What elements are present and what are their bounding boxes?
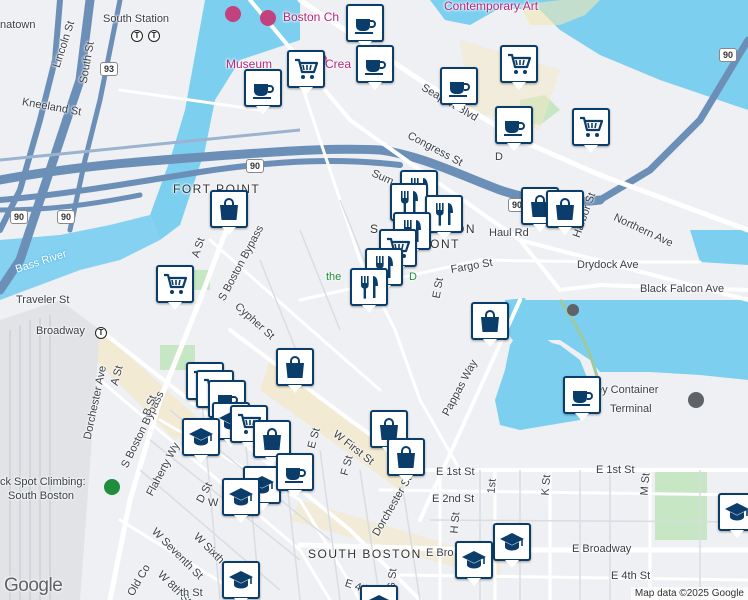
map-label-drydock-ave: Drydock Ave bbox=[577, 259, 639, 271]
broadway-station-icon[interactable]: T bbox=[95, 327, 107, 339]
cafe-icon bbox=[445, 72, 473, 100]
grocery-icon bbox=[292, 55, 320, 83]
map-label-south-station: South Station bbox=[103, 13, 170, 25]
school-icon bbox=[460, 546, 488, 574]
school-pin[interactable] bbox=[222, 561, 260, 600]
grocery-icon bbox=[161, 270, 189, 298]
subway-station-icon[interactable]: T bbox=[148, 30, 160, 42]
shop-pin[interactable] bbox=[210, 190, 248, 235]
map-label-e-4th-st: E 4th St bbox=[611, 570, 651, 582]
shop-icon bbox=[281, 353, 309, 381]
cafe-pin[interactable] bbox=[495, 106, 533, 151]
map-label-d-st-n: D bbox=[495, 151, 503, 163]
school-icon bbox=[723, 498, 748, 526]
school-pin[interactable] bbox=[360, 585, 398, 600]
school-icon bbox=[365, 590, 393, 600]
school-pin[interactable] bbox=[182, 418, 220, 463]
grocery-pin[interactable] bbox=[156, 265, 194, 310]
map-label-th-st: th St bbox=[180, 587, 203, 599]
map-label-e-broadway: E Broadway bbox=[572, 543, 632, 555]
shop-pin[interactable] bbox=[276, 348, 314, 393]
highway-shield-i90-a: 90 bbox=[246, 159, 265, 173]
map-label-the-lawn-2: D bbox=[409, 271, 417, 283]
school-icon bbox=[187, 423, 215, 451]
grocery-pin[interactable] bbox=[287, 50, 325, 95]
cafe-pin[interactable] bbox=[440, 67, 478, 112]
cafe-pin[interactable] bbox=[244, 69, 282, 114]
cafe-icon bbox=[500, 111, 528, 139]
cafe-pin[interactable] bbox=[356, 45, 394, 90]
map-label-chinatown: natown bbox=[0, 19, 36, 31]
map-label-e-1st-st: E 1st St bbox=[436, 466, 475, 478]
grocery-pin[interactable] bbox=[500, 45, 538, 90]
school-icon bbox=[498, 528, 526, 556]
map-label-black-falcon-ave: Black Falcon Ave bbox=[640, 283, 725, 295]
map-label-h-st: H St bbox=[448, 511, 463, 534]
cafe-icon bbox=[249, 74, 277, 102]
cafe-icon bbox=[351, 9, 379, 37]
map-label-boston-childrens: Boston Ch bbox=[283, 10, 340, 24]
shop-icon bbox=[476, 307, 504, 335]
map-label-haul-rd: Haul Rd bbox=[489, 227, 529, 239]
map-label-k-st: K St bbox=[539, 474, 554, 496]
cafe-pin[interactable] bbox=[563, 376, 601, 421]
highway-shield-i90-b: 90 bbox=[10, 210, 29, 224]
map-label-terminal: Terminal bbox=[610, 403, 652, 415]
school-pin[interactable] bbox=[222, 478, 260, 523]
map-label-broadway: Broadway bbox=[36, 325, 85, 337]
map-label-conley: ey Container bbox=[596, 384, 659, 396]
map-canvas[interactable]: South Station natown Lincoln St South St Kne… bbox=[0, 0, 748, 600]
map-attribution[interactable]: Map data ©2025 Google bbox=[630, 587, 748, 600]
map-label-traveler-st: Traveler St bbox=[16, 294, 70, 306]
grocery-icon bbox=[577, 113, 605, 141]
cafe-icon bbox=[281, 458, 309, 486]
restaurant-icon bbox=[355, 273, 383, 301]
shop-icon bbox=[215, 195, 243, 223]
school-icon bbox=[227, 483, 255, 511]
shop-icon bbox=[258, 425, 286, 453]
highway-shield-i93: 93 bbox=[100, 62, 119, 76]
school-pin[interactable] bbox=[455, 541, 493, 586]
map-label-e-bro: E Bro bbox=[426, 547, 454, 559]
shop-pin[interactable] bbox=[471, 302, 509, 347]
shop-icon bbox=[551, 195, 579, 223]
school-pin[interactable] bbox=[718, 493, 748, 538]
shop-icon bbox=[392, 443, 420, 471]
grocery-icon bbox=[505, 50, 533, 78]
map-label-the-lawn: the bbox=[326, 271, 342, 283]
map-label-e-2nd-st: E 2nd St bbox=[432, 493, 475, 505]
highway-shield-i90-e: 90 bbox=[719, 48, 738, 62]
cafe-icon bbox=[568, 381, 596, 409]
cafe-icon bbox=[361, 50, 389, 78]
highway-shield-i90-c: 90 bbox=[57, 210, 76, 224]
map-label-1st: 1st bbox=[485, 478, 499, 494]
train-station-icon[interactable]: T bbox=[131, 30, 143, 42]
school-icon bbox=[227, 566, 255, 594]
cafe-pin[interactable] bbox=[346, 4, 384, 49]
school-pin[interactable] bbox=[493, 523, 531, 568]
google-logo[interactable]: Google bbox=[4, 575, 63, 597]
map-label-museum-2: Crea bbox=[325, 57, 352, 71]
map-label-climbing-2: South Boston bbox=[8, 490, 75, 502]
map-label-contemporary-art: Contemporary Art bbox=[444, 0, 539, 13]
map-label-e-1st-st-2: E 1st St bbox=[596, 464, 635, 476]
map-label-climbing: ck Spot Climbing: bbox=[0, 476, 86, 488]
cafe-pin[interactable] bbox=[276, 453, 314, 498]
map-label-m-st: M St bbox=[638, 472, 653, 496]
grocery-pin[interactable] bbox=[572, 108, 610, 153]
restaurant-pin[interactable] bbox=[350, 268, 388, 313]
map-label-south-boston: SOUTH BOSTON bbox=[308, 547, 422, 561]
shop-pin[interactable] bbox=[387, 438, 425, 483]
restaurant-icon bbox=[430, 200, 458, 228]
shop-pin[interactable] bbox=[546, 190, 584, 235]
